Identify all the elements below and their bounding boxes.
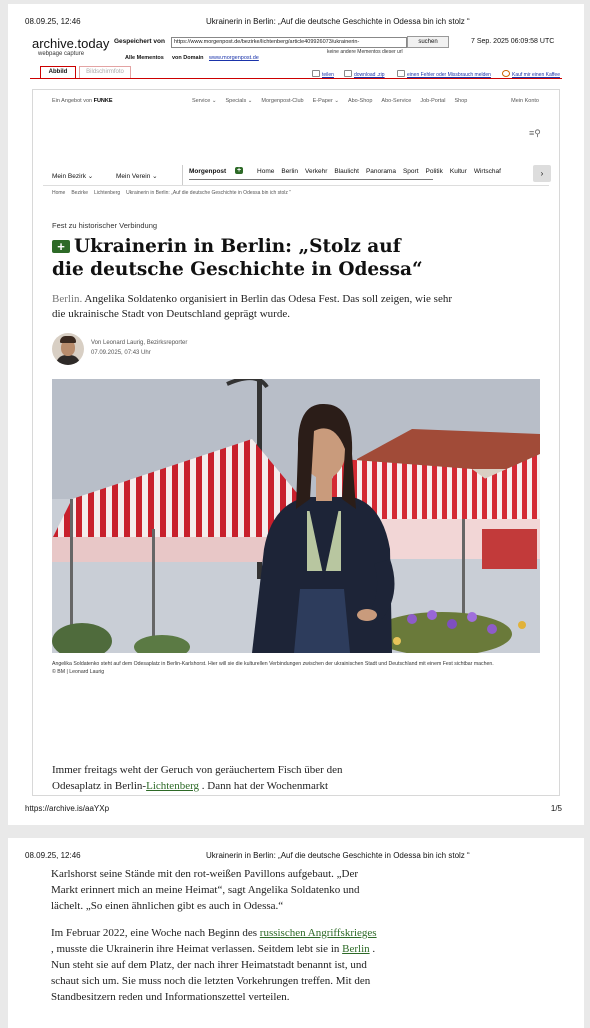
- article-paragraph-1-cont: Karlshorst seine Stände mit den rot-weiß…: [51, 868, 360, 912]
- print-page-1: 08.09.25, 12:46 Ukrainerin in Berlin: „A…: [8, 4, 584, 825]
- breadcrumb: Home Bezirke Lichtenberg Ukrainerin in Berl…: [52, 190, 297, 196]
- section-blaulicht[interactable]: Blaulicht: [334, 168, 359, 175]
- my-district-dropdown[interactable]: Mein Bezirk ⌄: [52, 172, 93, 180]
- crumb-lichtenberg[interactable]: Lichtenberg: [94, 190, 120, 196]
- section-items: Morgenpost + Home Berlin Verkehr Blaulicht Pa…: [189, 167, 508, 175]
- section-divider: [43, 185, 549, 186]
- coffee-link[interactable]: Kauf mir einen Kaffee: [502, 70, 560, 78]
- article-kicker: Fest zu historischer Verbindung: [52, 221, 158, 230]
- print-page-number: 1/5: [550, 804, 562, 813]
- print-title: Ukrainerin in Berlin: „Auf die deutsche …: [206, 17, 470, 26]
- crumb-home[interactable]: Home: [52, 190, 65, 196]
- print-date-2: 08.09.25, 12:46: [25, 851, 81, 860]
- article-paragraph-2: Im Februar 2022, eine Woche nach Beginn …: [51, 925, 381, 1005]
- nav-specials[interactable]: Specials ⌄: [225, 98, 252, 104]
- section-kultur[interactable]: Kultur: [450, 168, 467, 175]
- nav-shop[interactable]: Shop: [454, 98, 467, 104]
- scroll-right-icon[interactable]: ›: [533, 165, 551, 182]
- search-icon[interactable]: ≡⚲: [529, 128, 541, 139]
- print-footer-url: https://archive.is/aaYXp: [25, 804, 110, 813]
- plus-icon: +: [235, 167, 244, 174]
- captured-page: Ein Angebot von FUNKE Service ⌄ Specials …: [32, 89, 560, 796]
- archive-url-input[interactable]: https://www.morgenpost.de/bezirke/lichte…: [171, 37, 407, 48]
- report-link[interactable]: einen Fehler oder Missbrauch melden: [397, 70, 491, 78]
- article-photo: [52, 379, 540, 653]
- top-nav: Ein Angebot von FUNKE Service ⌄ Specials …: [33, 98, 559, 110]
- all-mementos-link[interactable]: Alle Mementos: [125, 55, 164, 61]
- headline-text: Ukrainerin in Berlin: „Stolz auf die deu…: [52, 236, 423, 280]
- nav-separator: [182, 165, 183, 185]
- archive-subtitle: webpage capture: [38, 51, 85, 57]
- nav-service[interactable]: Service ⌄: [192, 98, 216, 104]
- teaser-location: Berlin.: [52, 293, 83, 305]
- brand-prefix: Ein Angebot von: [52, 98, 93, 104]
- archive-logo[interactable]: archive.today: [32, 36, 109, 51]
- download-link[interactable]: download .zip: [344, 70, 385, 78]
- section-morgenpost[interactable]: Morgenpost +: [189, 167, 250, 175]
- section-underline: [189, 179, 433, 180]
- other-mementos-note: keine andere Mementos dieser url: [327, 49, 403, 55]
- print-title-2: Ukrainerin in Berlin: „Auf die deutsche …: [206, 851, 470, 860]
- section-politik[interactable]: Politik: [426, 168, 443, 175]
- search-button[interactable]: suchen: [407, 36, 449, 48]
- my-club-dropdown[interactable]: Mein Verein ⌄: [116, 172, 158, 180]
- crumb-bezirke[interactable]: Bezirke: [71, 190, 88, 196]
- archive-header: archive.today webpage capture Gespeicher…: [30, 34, 562, 82]
- section-panorama[interactable]: Panorama: [366, 168, 396, 175]
- article-paragraph-1: Immer freitags weht der Geruch von geräu…: [52, 762, 372, 794]
- article-date: 07.09.2025, 07:43 Uhr: [91, 350, 151, 356]
- photo-caption: Angelika Soldatenko steht auf dem Odesap…: [52, 660, 540, 676]
- article-headline: + Ukrainerin in Berlin: „Stolz auf die de…: [52, 235, 432, 281]
- print-date: 08.09.25, 12:46: [25, 17, 81, 26]
- funke-logo[interactable]: FUNKE: [94, 98, 113, 104]
- lichtenberg-link[interactable]: Lichtenberg: [146, 780, 199, 792]
- domain-link[interactable]: www.morgenpost.de: [209, 55, 259, 61]
- section-verkehr[interactable]: Verkehr: [305, 168, 327, 175]
- flag-icon: [397, 70, 405, 77]
- nav-club[interactable]: Morgenpost-Club: [261, 98, 303, 104]
- archive-divider: [30, 78, 562, 79]
- nav-abo-shop[interactable]: Abo-Shop: [348, 98, 372, 104]
- article-body-continued: Karlshorst seine Stände mit den rot-weiß…: [51, 866, 381, 1016]
- caption-text: Angelika Soldatenko steht auf dem Odesap…: [52, 661, 494, 667]
- tab-screenshot[interactable]: Bildschirmfoto: [79, 66, 131, 78]
- share-icon: [312, 70, 320, 77]
- p1-text-b: . Dann hat der Wochenmarkt: [199, 780, 329, 792]
- p2-text-a: Im Februar 2022, eine Woche nach Beginn …: [51, 927, 260, 939]
- nav-abo-service[interactable]: Abo-Service: [381, 98, 411, 104]
- crumb-article: Ukrainerin in Berlin: „Auf die deutsche …: [126, 190, 291, 196]
- section-berlin[interactable]: Berlin: [281, 168, 298, 175]
- section-sport[interactable]: Sport: [403, 168, 419, 175]
- share-link[interactable]: teilen: [312, 70, 334, 78]
- teaser-text: Angelika Soldatenko organisiert in Berli…: [52, 293, 453, 320]
- section-morgenpost-label: Morgenpost: [189, 168, 227, 175]
- author-name[interactable]: Von Leonard Laurig, Bezirksreporter: [91, 340, 187, 346]
- brand: Ein Angebot von FUNKE: [52, 98, 113, 104]
- section-home[interactable]: Home: [257, 168, 274, 175]
- section-nav: Mein Bezirk ⌄ Mein Verein ⌄ Morgenpost +…: [43, 160, 551, 186]
- berlin-link[interactable]: Berlin: [342, 943, 370, 955]
- from-domain-label: von Domain: [172, 55, 204, 61]
- capture-timestamp: 7 Sep. 2025 06:09:58 UTC: [471, 38, 555, 45]
- plus-badge-icon: +: [52, 240, 70, 253]
- article-teaser: Berlin. Angelika Soldatenko organisiert …: [52, 292, 452, 322]
- download-icon: [344, 70, 352, 77]
- saved-from-label: Gespeichert von: [114, 38, 165, 45]
- tab-page[interactable]: Abbild: [40, 66, 76, 78]
- print-page-2: 08.09.25, 12:46 Ukrainerin in Berlin: „A…: [8, 838, 584, 1028]
- account-link[interactable]: Mein Konto: [511, 98, 539, 104]
- section-wirtschaft[interactable]: Wirtschaf: [474, 168, 501, 175]
- nav-job-portal[interactable]: Job-Portal: [420, 98, 445, 104]
- war-link[interactable]: russischen Angriffskrieges: [260, 927, 377, 939]
- p2-text-b: , musste die Ukrainerin ihre Heimat verl…: [51, 943, 343, 955]
- author-avatar[interactable]: [52, 333, 84, 365]
- nav-epaper[interactable]: E-Paper ⌄: [313, 98, 339, 104]
- coffee-icon: [502, 70, 510, 77]
- top-nav-items: Service ⌄ Specials ⌄ Morgenpost-Club E-Pape…: [192, 98, 476, 104]
- photo-credit: © BM | Leonard Laurig: [52, 669, 105, 675]
